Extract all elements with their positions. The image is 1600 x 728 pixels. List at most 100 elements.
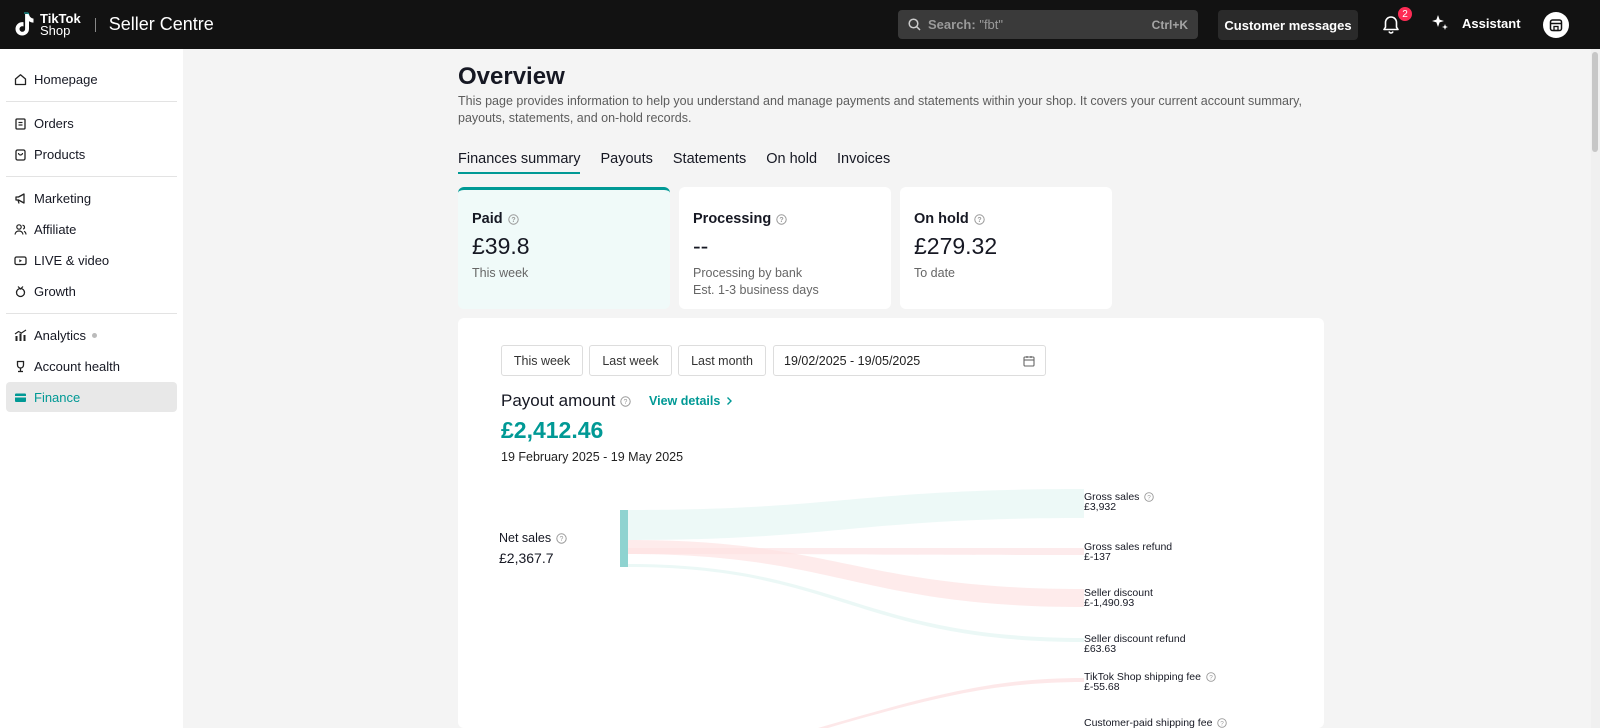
flow-value: £-1,490.93 [1084, 597, 1135, 609]
tab-statements[interactable]: Statements [673, 151, 746, 174]
flow-label-shipping-fee: TikTok Shop shipping fee ? £-55.68 [1084, 672, 1216, 692]
analytics-icon [14, 329, 27, 342]
tiktok-logo-icon [15, 12, 34, 35]
svg-text:?: ? [511, 217, 515, 224]
sidebar-item-products[interactable]: Products [6, 139, 177, 169]
tab-bar: Finances summary Payouts Statements On h… [458, 151, 910, 174]
trophy-icon [14, 360, 27, 373]
sidebar-item-account-health[interactable]: Account health [6, 351, 177, 381]
net-sales-node [620, 510, 628, 567]
svg-text:?: ? [1221, 720, 1225, 727]
sidebar-item-marketing[interactable]: Marketing [6, 183, 177, 213]
analytics-dot-indicator [92, 332, 98, 338]
search-shortcut: Ctrl+K [1151, 17, 1188, 32]
help-icon[interactable]: ? [507, 213, 519, 225]
last-month-button[interactable]: Last month [678, 345, 766, 376]
sidebar-divider [6, 313, 177, 314]
sidebar-item-label: Analytics [34, 327, 87, 343]
flow-value: £-137 [1084, 551, 1111, 563]
video-icon [14, 254, 27, 267]
tab-payouts[interactable]: Payouts [600, 151, 652, 174]
flow-value: £3,932 [1084, 501, 1117, 513]
notification-badge: 2 [1397, 6, 1413, 22]
svg-text:?: ? [1209, 674, 1213, 681]
view-details-label: View details [649, 394, 721, 408]
paid-card[interactable]: Paid ? £39.8 This week [458, 187, 670, 309]
page-description: This page provides information to help y… [458, 94, 1302, 125]
sidebar-item-label: Growth [34, 283, 76, 299]
help-icon[interactable]: ? [1217, 718, 1228, 728]
sidebar-item-affiliate[interactable]: Affiliate [6, 214, 177, 244]
clipboard-icon [14, 117, 27, 130]
help-icon[interactable]: ? [1206, 672, 1216, 682]
sidebar-item-label: Affiliate [34, 221, 77, 237]
chevron-right-icon [727, 397, 733, 405]
card-value: -- [693, 233, 709, 259]
sidebar-item-label: Products [34, 146, 86, 162]
customer-messages-button[interactable]: Customer messages [1218, 10, 1358, 40]
sidebar-item-analytics[interactable]: Analytics [6, 320, 177, 350]
flow-label-seller-discount-refund: Seller discount refund £63.63 [1084, 634, 1186, 655]
last-week-button[interactable]: Last week [589, 345, 672, 376]
sidebar-item-live-video[interactable]: LIVE & video [6, 245, 177, 275]
top-bar: TikTok Shop Seller Centre Search: "fbt" … [0, 0, 1600, 49]
processing-card[interactable]: Processing ? -- Processing by bank Est. … [679, 187, 891, 309]
sparkle-icon [1432, 15, 1448, 30]
brand-line-2: Shop [40, 22, 71, 38]
svg-text:?: ? [780, 217, 784, 224]
payout-amount-heading: Payout amount ? [501, 391, 632, 411]
sidebar-item-orders[interactable]: Orders [6, 108, 177, 138]
search-icon [908, 18, 921, 31]
card-title: Paid [472, 211, 503, 227]
flow-label-seller-discount: Seller discount £-1,490.93 [1084, 588, 1153, 609]
help-icon[interactable]: ? [974, 213, 985, 225]
help-icon[interactable]: ? [776, 213, 787, 225]
card-subtitle-2: Est. 1-3 business days [693, 283, 819, 297]
help-icon[interactable]: ? [556, 532, 567, 544]
svg-text:?: ? [624, 399, 628, 406]
payout-period: 19 February 2025 - 19 May 2025 [501, 450, 684, 464]
page-scrollbar-thumb[interactable] [1592, 52, 1598, 152]
megaphone-icon [14, 192, 27, 205]
sidebar-item-label: Orders [34, 115, 74, 131]
tab-finances-summary[interactable]: Finances summary [458, 151, 581, 174]
sidebar-item-label: Account health [34, 358, 121, 374]
card-title: On hold [914, 211, 969, 227]
sidebar-item-homepage[interactable]: Homepage [6, 64, 177, 94]
card-value: £279.32 [914, 233, 998, 259]
flow-gross-sales [628, 489, 1084, 540]
on-hold-card[interactable]: On hold ? £279.32 To date [900, 187, 1112, 309]
sidebar-item-label: LIVE & video [34, 252, 110, 268]
view-details-link[interactable]: View details [649, 394, 733, 408]
assistant-label: Assistant [1462, 15, 1521, 31]
sidebar-item-label: Homepage [34, 71, 98, 87]
card-title: Processing [693, 211, 772, 227]
shop-avatar[interactable] [1543, 12, 1569, 38]
logo-divider [94, 17, 96, 32]
card-subtitle: This week [472, 266, 529, 280]
card-subtitle: Processing by bank [693, 266, 803, 280]
calendar-icon [1023, 355, 1035, 367]
date-range-picker[interactable]: 19/02/2025 - 19/05/2025 [773, 345, 1046, 376]
flow-shipping-fee [818, 678, 1084, 728]
sidebar-item-finance[interactable]: Finance [6, 382, 177, 412]
payout-title: Payout amount [501, 391, 616, 410]
tab-invoices[interactable]: Invoices [837, 151, 890, 174]
store-icon [1549, 19, 1563, 32]
sidebar-item-growth[interactable]: Growth [6, 276, 177, 306]
app-title[interactable]: Seller Centre [109, 14, 214, 35]
this-week-button[interactable]: This week [501, 345, 583, 376]
tab-on-hold[interactable]: On hold [766, 151, 817, 174]
date-range-value: 19/02/2025 - 19/05/2025 [784, 353, 921, 368]
users-icon [14, 223, 27, 236]
tiktok-shop-logo[interactable]: TikTok Shop [12, 12, 81, 38]
sidebar: Homepage Orders Products Marketing Affil… [0, 49, 183, 728]
net-sales-value: £2,367.7 [499, 550, 554, 566]
assistant-button[interactable]: Assistant [1430, 13, 1521, 33]
card-subtitle: To date [914, 266, 956, 280]
search-label: Search: [928, 17, 976, 32]
help-icon[interactable]: ? [620, 395, 632, 407]
help-icon[interactable]: ? [1144, 492, 1155, 502]
search-input[interactable]: Search: "fbt" Ctrl+K [898, 10, 1198, 39]
flow-name: Customer-paid shipping fee [1084, 717, 1213, 728]
